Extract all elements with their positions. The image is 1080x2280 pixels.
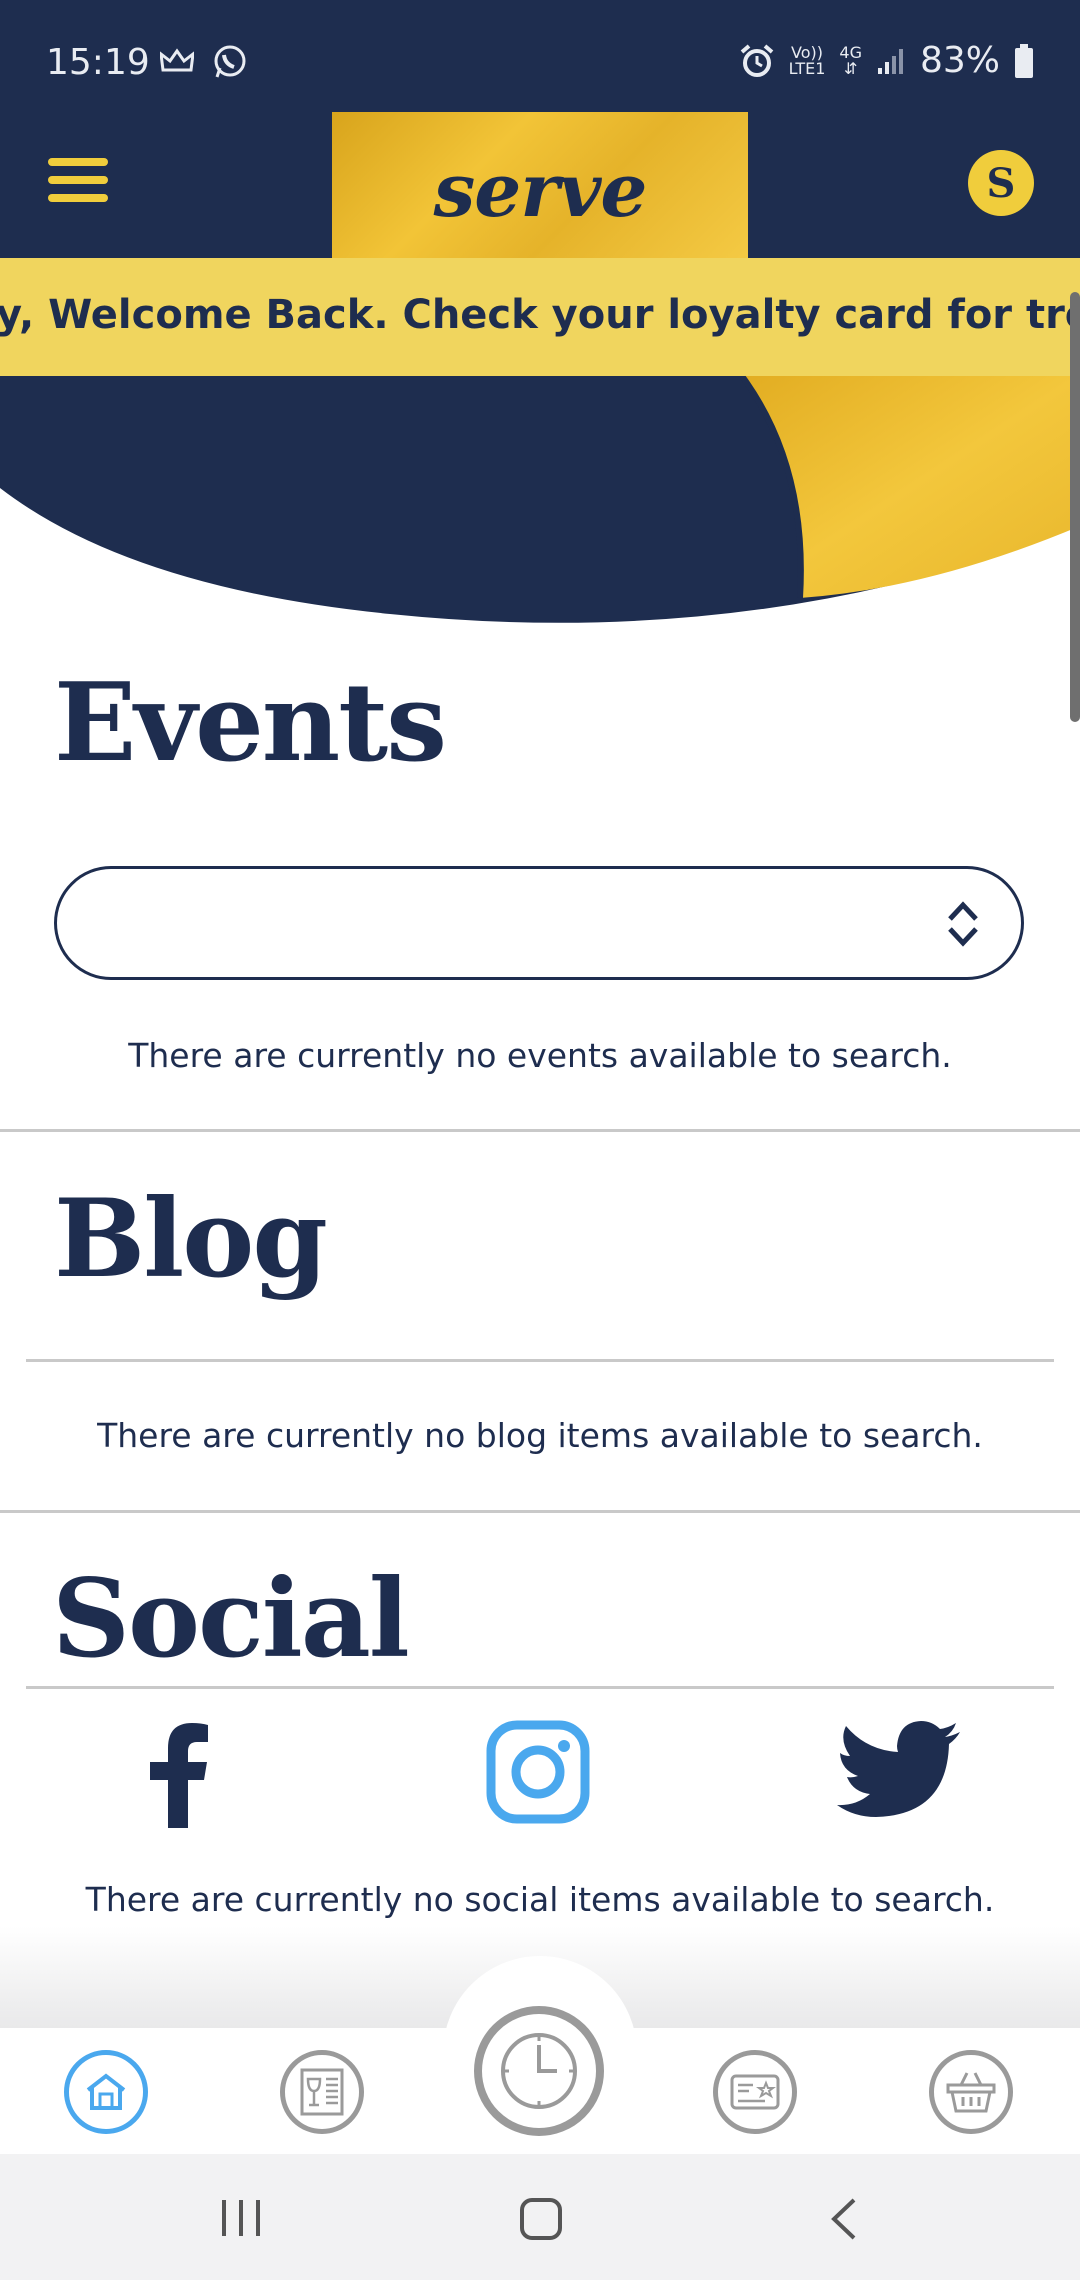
alarm-icon bbox=[740, 43, 773, 77]
home-icon[interactable] bbox=[64, 2050, 148, 2134]
status-bar: 15:19 Vo)) LTE1 4G ⇵ 83% bbox=[0, 0, 1080, 112]
select-arrows-icon bbox=[948, 901, 978, 947]
divider bbox=[26, 1686, 1054, 1689]
battery-percent: 83% bbox=[919, 40, 1000, 81]
logo-text: serve bbox=[433, 148, 648, 234]
welcome-ticker: y, Welcome Back. Check your loyalty card… bbox=[0, 258, 1080, 376]
events-empty-message: There are currently no events available … bbox=[128, 1036, 952, 1075]
status-system-icons: Vo)) LTE1 4G ⇵ 83% bbox=[739, 40, 1034, 81]
home-button-icon[interactable] bbox=[518, 2196, 564, 2242]
social-empty-message: There are currently no social items avai… bbox=[85, 1880, 995, 1919]
crown-icon bbox=[160, 48, 194, 72]
app-header: serve S bbox=[0, 112, 1080, 270]
clock-glyph bbox=[501, 2033, 577, 2109]
volte-bottom: LTE1 bbox=[788, 58, 826, 78]
divider bbox=[26, 1359, 1054, 1362]
divider bbox=[0, 1510, 1080, 1513]
clock-icon[interactable] bbox=[474, 2006, 604, 2136]
recent-apps-icon[interactable] bbox=[216, 2196, 266, 2240]
facebook-icon[interactable] bbox=[146, 1720, 210, 1828]
events-title: Events bbox=[54, 660, 447, 786]
menu-icon[interactable] bbox=[48, 158, 108, 206]
home-glyph bbox=[86, 2073, 126, 2110]
divider bbox=[0, 1129, 1080, 1132]
instagram-icon[interactable] bbox=[486, 1720, 590, 1824]
basket-glyph bbox=[946, 2072, 996, 2113]
menu-card-icon[interactable] bbox=[280, 2050, 364, 2134]
battery-icon bbox=[1015, 43, 1033, 78]
scrollbar[interactable] bbox=[1070, 292, 1080, 722]
status-time: 15:19 bbox=[46, 42, 150, 83]
loyalty-card-glyph bbox=[730, 2074, 780, 2110]
back-icon[interactable] bbox=[826, 2196, 860, 2242]
serve-badge-icon[interactable]: S bbox=[968, 150, 1034, 216]
basket-icon[interactable] bbox=[929, 2050, 1013, 2134]
blog-empty-message: There are currently no blog items availa… bbox=[97, 1416, 983, 1455]
blog-title: Blog bbox=[54, 1176, 328, 1302]
hero-banner bbox=[0, 376, 1080, 626]
serve-logo[interactable]: serve bbox=[332, 112, 748, 270]
events-select[interactable] bbox=[54, 866, 1024, 980]
social-title: Social bbox=[52, 1556, 410, 1682]
network-indicator: 4G ⇵ bbox=[839, 42, 862, 78]
status-notification-icons bbox=[160, 44, 248, 80]
system-nav-bar bbox=[0, 2154, 1080, 2280]
signal-icon bbox=[877, 48, 903, 74]
volte-indicator: Vo)) LTE1 bbox=[788, 44, 826, 78]
whatsapp-icon bbox=[214, 45, 246, 78]
loyalty-card-icon[interactable] bbox=[713, 2050, 797, 2134]
menu-card-glyph bbox=[300, 2068, 344, 2116]
twitter-icon[interactable] bbox=[836, 1720, 962, 1824]
ticker-text: y, Welcome Back. Check your loyalty card… bbox=[0, 292, 1080, 338]
